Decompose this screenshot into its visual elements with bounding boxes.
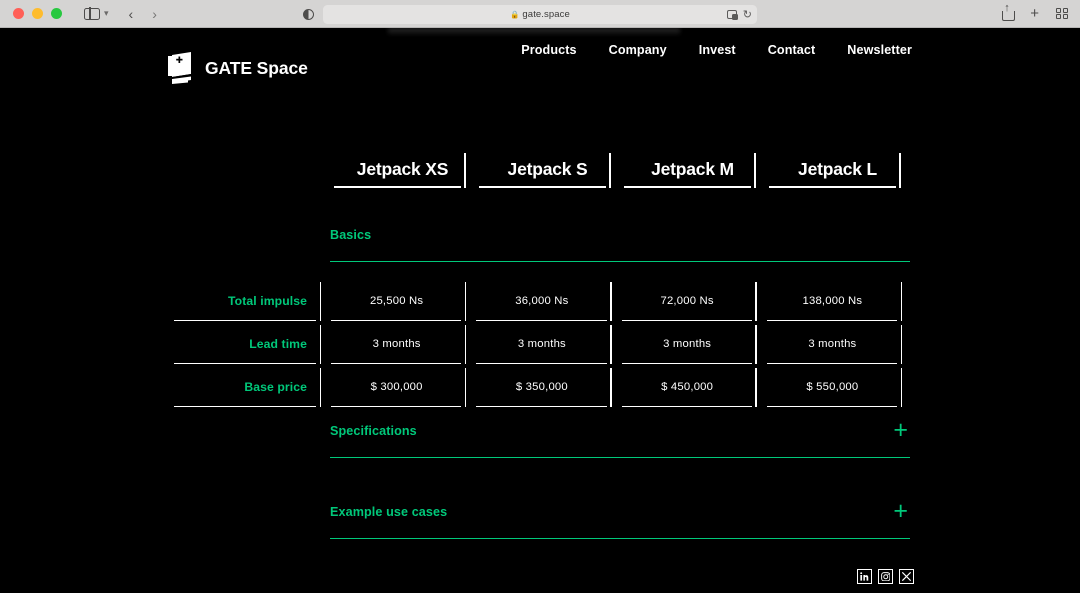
back-arrow-icon[interactable]: ‹ <box>129 6 134 22</box>
accordion-title: Specifications <box>330 424 417 438</box>
chevron-down-icon: ▾ <box>104 8 109 19</box>
plus-icon[interactable]: + <box>893 500 908 522</box>
sidebar-toggle-icon <box>84 8 100 20</box>
nav-item-company[interactable]: Company <box>609 43 667 57</box>
comparison-table: Total impulse 25,500 Ns 36,000 Ns 72,000… <box>172 280 910 407</box>
forward-arrow-icon[interactable]: › <box>152 6 157 22</box>
tab-overview-icon[interactable] <box>1056 8 1068 19</box>
address-bar-region: 🔒 gate.space ↻ <box>303 5 757 24</box>
instagram-icon <box>881 572 891 582</box>
reload-icon[interactable]: ↻ <box>743 8 752 21</box>
row-label: Base price <box>244 380 307 394</box>
extensions-icon[interactable] <box>727 10 737 19</box>
maximize-window-button[interactable] <box>51 8 62 19</box>
section-title: Basics <box>330 228 371 242</box>
social-links <box>857 569 914 584</box>
product-tab-bar: Jetpack XS Jetpack S Jetpack M Jetpack L <box>330 150 910 188</box>
share-icon[interactable] <box>1002 7 1013 20</box>
sidebar-toggle-button[interactable]: ▾ <box>84 8 109 20</box>
section-divider <box>330 261 910 262</box>
section-divider <box>330 538 910 539</box>
nav-item-products[interactable]: Products <box>521 43 576 57</box>
cell-value: 3 months <box>518 338 566 350</box>
cell-total-impulse-xs: 25,500 Ns <box>329 280 474 321</box>
row-label-cell: Total impulse <box>172 280 329 321</box>
cell-value: 138,000 Ns <box>802 295 862 307</box>
close-window-button[interactable] <box>13 8 24 19</box>
tab-jetpack-s[interactable]: Jetpack S <box>475 150 620 188</box>
cell-total-impulse-s: 36,000 Ns <box>474 280 619 321</box>
url-text: gate.space <box>522 9 569 20</box>
lock-icon: 🔒 <box>510 10 519 19</box>
table-row: Total impulse 25,500 Ns 36,000 Ns 72,000… <box>172 280 910 321</box>
accordion-specifications[interactable]: Specifications + <box>330 424 910 458</box>
address-bar[interactable]: 🔒 gate.space ↻ <box>323 5 757 24</box>
row-label-cell: Base price <box>172 366 329 407</box>
row-label-cell: Lead time <box>172 323 329 364</box>
brand-name: GATE Space <box>205 58 308 79</box>
address-bar-actions: ↻ <box>727 8 752 21</box>
window-traffic-lights <box>13 8 62 19</box>
cell-lead-time-xs: 3 months <box>329 323 474 364</box>
cell-value: 36,000 Ns <box>515 295 568 307</box>
row-label: Total impulse <box>228 294 307 308</box>
nav-item-newsletter[interactable]: Newsletter <box>847 43 912 57</box>
instagram-link[interactable] <box>878 569 893 584</box>
new-tab-plus-icon[interactable]: + <box>1030 7 1039 20</box>
cell-value: $ 300,000 <box>371 381 423 393</box>
cell-value: $ 350,000 <box>516 381 568 393</box>
table-row: Lead time 3 months 3 months 3 months 3 m… <box>172 323 910 364</box>
cell-total-impulse-m: 72,000 Ns <box>620 280 765 321</box>
cell-base-price-m: $ 450,000 <box>620 366 765 407</box>
cell-base-price-s: $ 350,000 <box>474 366 619 407</box>
browser-navigation: ‹ › <box>129 6 157 22</box>
section-divider <box>330 457 910 458</box>
brand-logo[interactable]: GATE Space <box>168 52 308 84</box>
reader-view-icon[interactable] <box>303 9 314 20</box>
linkedin-link[interactable] <box>857 569 872 584</box>
cell-base-price-l: $ 550,000 <box>765 366 910 407</box>
accordion-title: Example use cases <box>330 505 447 519</box>
cell-total-impulse-l: 138,000 Ns <box>765 280 910 321</box>
gate-logo-icon <box>168 52 195 84</box>
cell-lead-time-s: 3 months <box>474 323 619 364</box>
x-twitter-link[interactable] <box>899 569 914 584</box>
section-basics-header: Basics <box>330 228 910 262</box>
cell-value: 25,500 Ns <box>370 295 423 307</box>
tab-jetpack-l[interactable]: Jetpack L <box>765 150 910 188</box>
tab-label: Jetpack XS <box>357 159 448 180</box>
tab-label: Jetpack M <box>651 159 734 180</box>
site-header: GATE Space Products Company Invest Conta… <box>0 38 1080 96</box>
main-navigation: Products Company Invest Contact Newslett… <box>521 43 912 57</box>
tab-label: Jetpack L <box>798 159 877 180</box>
page-viewport: GATE Space Products Company Invest Conta… <box>0 28 1080 593</box>
minimize-window-button[interactable] <box>32 8 43 19</box>
plus-icon[interactable]: + <box>893 419 908 441</box>
cell-lead-time-l: 3 months <box>765 323 910 364</box>
cell-lead-time-m: 3 months <box>620 323 765 364</box>
cell-value: 3 months <box>373 338 421 350</box>
toolbar-right-actions: + <box>1002 7 1068 20</box>
linkedin-icon <box>860 572 869 581</box>
cell-value: $ 550,000 <box>806 381 858 393</box>
cell-value: 72,000 Ns <box>660 295 713 307</box>
x-twitter-icon <box>902 572 911 581</box>
cell-base-price-xs: $ 300,000 <box>329 366 474 407</box>
table-row: Base price $ 300,000 $ 350,000 $ 450,000… <box>172 366 910 407</box>
browser-toolbar: ▾ ‹ › 🔒 gate.space ↻ + <box>0 0 1080 28</box>
cell-value: $ 450,000 <box>661 381 713 393</box>
cell-value: 3 months <box>663 338 711 350</box>
tab-jetpack-xs[interactable]: Jetpack XS <box>330 150 475 188</box>
nav-item-invest[interactable]: Invest <box>699 43 736 57</box>
tab-jetpack-m[interactable]: Jetpack M <box>620 150 765 188</box>
nav-item-contact[interactable]: Contact <box>768 43 816 57</box>
row-label: Lead time <box>249 337 307 351</box>
cell-value: 3 months <box>808 338 856 350</box>
tab-label: Jetpack S <box>508 159 588 180</box>
scrolled-content-sliver <box>388 28 680 35</box>
accordion-example-use-cases[interactable]: Example use cases + <box>330 505 910 539</box>
